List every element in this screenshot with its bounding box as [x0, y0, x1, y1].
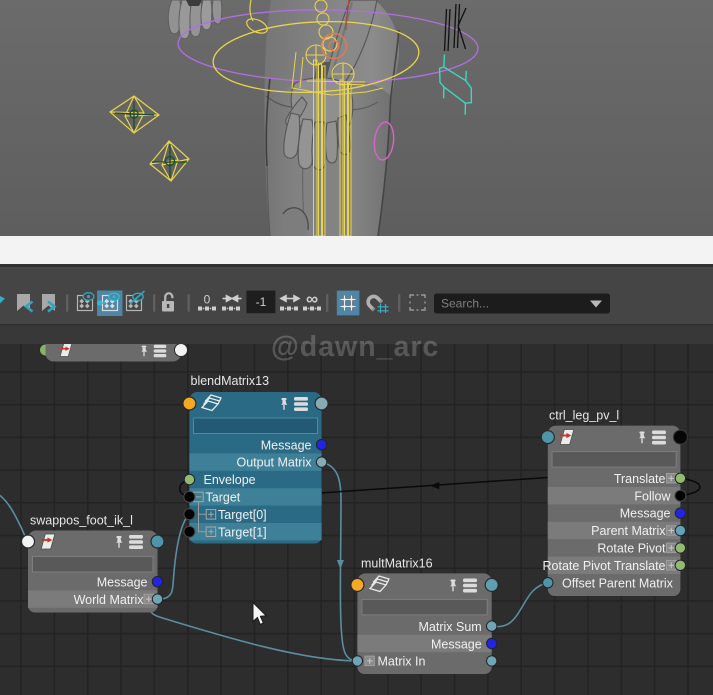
svg-text:Envelope: Envelope — [204, 473, 256, 487]
svg-text:Translate: Translate — [614, 472, 666, 486]
svg-text:Target: Target — [206, 491, 241, 505]
svg-text:@dawn_arc: @dawn_arc — [271, 331, 439, 363]
svg-text:Target[1]: Target[1] — [218, 525, 267, 539]
svg-text:Message: Message — [261, 438, 312, 452]
svg-text:Message: Message — [620, 507, 671, 521]
svg-text:Matrix In: Matrix In — [378, 655, 426, 669]
svg-text:Target[0]: Target[0] — [218, 508, 267, 522]
svg-text:ctrl_leg_pv_l: ctrl_leg_pv_l — [549, 409, 619, 423]
svg-text:Output Matrix: Output Matrix — [236, 456, 312, 470]
svg-text:Rotate Pivot Translate: Rotate Pivot Translate — [543, 559, 666, 573]
svg-text:Message: Message — [97, 576, 148, 590]
svg-text:-1: -1 — [256, 295, 267, 309]
svg-text:Matrix Sum: Matrix Sum — [418, 620, 481, 634]
svg-text:∞: ∞ — [306, 290, 318, 309]
svg-text:Follow: Follow — [634, 489, 671, 503]
svg-text:Message: Message — [431, 637, 482, 651]
svg-text:swappos_foot_ik_l: swappos_foot_ik_l — [30, 514, 133, 528]
svg-text:World Matrix: World Matrix — [74, 593, 145, 607]
svg-text:Offset Parent Matrix: Offset Parent Matrix — [562, 576, 674, 590]
svg-text:blendMatrix13: blendMatrix13 — [191, 374, 270, 388]
svg-text:Rotate Pivot: Rotate Pivot — [597, 542, 666, 556]
svg-text:0: 0 — [204, 293, 211, 307]
svg-text:Parent Matrix: Parent Matrix — [591, 524, 666, 538]
svg-text:multMatrix16: multMatrix16 — [361, 557, 433, 571]
svg-text:Search...: Search... — [441, 297, 489, 311]
